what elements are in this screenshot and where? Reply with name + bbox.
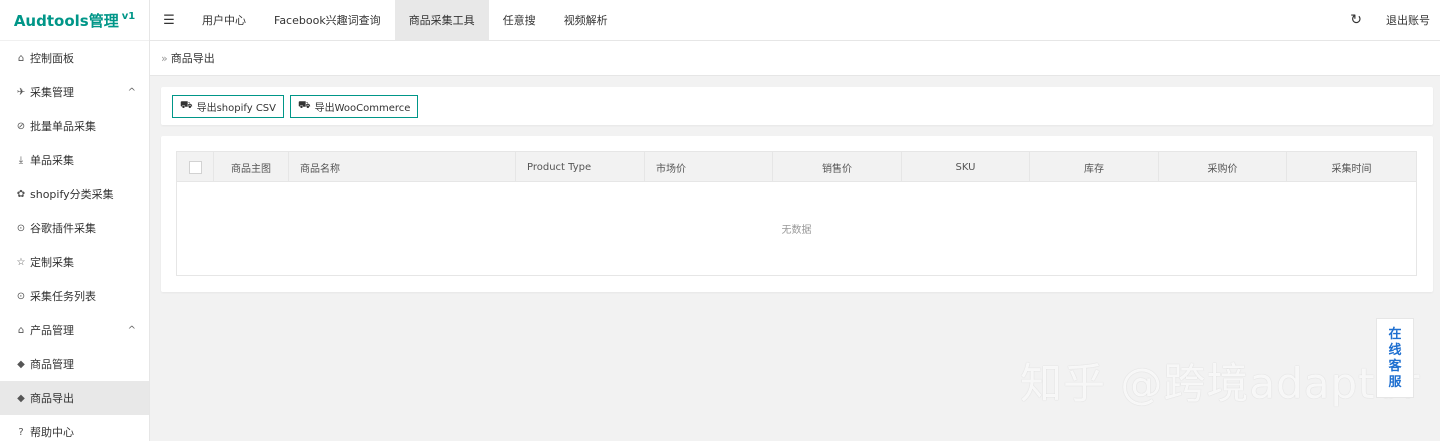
select-all-checkbox[interactable] bbox=[188, 160, 202, 174]
logout-link[interactable]: 退出账号 bbox=[1386, 12, 1430, 28]
help-icon: ? bbox=[18, 426, 24, 438]
sidebar-item-help-center[interactable]: ? 帮助中心 bbox=[0, 415, 149, 441]
circle-dot-icon: ⊙ bbox=[16, 222, 26, 234]
layers-icon: ◆ bbox=[17, 392, 25, 404]
column-header-stock[interactable]: 库存 bbox=[1030, 152, 1159, 182]
sidebar-item-single-collect[interactable]: ⤓ 单品采集 bbox=[0, 143, 149, 177]
sidebar-item-label: 控制面板 bbox=[30, 52, 74, 65]
top-header: ☰ 用户中心 Facebook兴趣词查询 商品采集工具 任意搜 视频解析 ↻ 退… bbox=[150, 0, 1440, 41]
tab-facebook-interest[interactable]: Facebook兴趣词查询 bbox=[260, 0, 395, 40]
home-icon: ⌂ bbox=[17, 52, 25, 64]
sidebar-item-label: 商品导出 bbox=[30, 392, 74, 405]
column-header-sale-price[interactable]: 销售价 bbox=[773, 152, 902, 182]
breadcrumb-current: 商品导出 bbox=[170, 52, 215, 65]
sidebar-item-shopify-category[interactable]: ✿ shopify分类采集 bbox=[0, 177, 149, 211]
sidebar-item-google-plugin[interactable]: ⊙ 谷歌插件采集 bbox=[0, 211, 149, 245]
sidebar-item-label: 谷歌插件采集 bbox=[30, 222, 96, 235]
star-icon: ☆ bbox=[16, 256, 26, 268]
export-shopify-label: 导出shopify CSV bbox=[196, 102, 276, 114]
sidebar-item-product-management[interactable]: ⌂ 产品管理 ^ bbox=[0, 313, 149, 347]
layers-icon: ◆ bbox=[17, 358, 25, 370]
export-woocommerce-label: 导出WooCommerce bbox=[314, 102, 411, 114]
empty-state: 无数据 bbox=[781, 225, 812, 236]
column-header-sku[interactable]: SKU bbox=[902, 152, 1030, 182]
online-service-char: 客 bbox=[1388, 359, 1402, 374]
sidebar-item-label: 产品管理 bbox=[30, 324, 74, 337]
breadcrumb: » 商品导出 bbox=[150, 41, 1440, 76]
table-card: 商品主图 商品名称 Product Type 市场价 销售价 SKU 库存 采购… bbox=[161, 136, 1433, 292]
online-service-char: 线 bbox=[1388, 343, 1402, 358]
send-icon: ✈ bbox=[16, 86, 26, 98]
export-icon: ⛟ bbox=[180, 99, 193, 111]
sidebar-item-label: 单品采集 bbox=[30, 154, 74, 167]
column-header-name[interactable]: 商品名称 bbox=[289, 152, 516, 182]
tab-video-parse[interactable]: 视频解析 bbox=[550, 0, 622, 40]
column-header-market-price[interactable]: 市场价 bbox=[645, 152, 773, 182]
sidebar-item-label: 采集管理 bbox=[30, 86, 74, 99]
download-icon: ⤓ bbox=[18, 154, 24, 166]
sidebar-item-label: 采集任务列表 bbox=[30, 290, 96, 303]
version-badge: v1 bbox=[121, 10, 136, 22]
menu-toggle-icon[interactable]: ☰ bbox=[150, 0, 188, 40]
sidebar-item-task-list[interactable]: ⊙ 采集任务列表 bbox=[0, 279, 149, 313]
online-service-char: 服 bbox=[1388, 375, 1402, 390]
column-header-product-type[interactable]: Product Type bbox=[516, 152, 645, 182]
watermark: 知乎 @跨境adaptor bbox=[1020, 359, 1421, 408]
chevron-up-icon: ^ bbox=[127, 86, 136, 98]
sidebar: Audtools管理 v1 ⌂ 控制面板 ✈ 采集管理 ^ ⊘ 批量单品采集 ⤓ 单品采集 … bbox=[0, 0, 150, 441]
column-header-collect-time[interactable]: 采集时间 bbox=[1287, 152, 1416, 182]
products-table: 商品主图 商品名称 Product Type 市场价 销售价 SKU 库存 采购… bbox=[176, 151, 1417, 276]
export-woocommerce-button[interactable]: ⛟ 导出WooCommerce bbox=[290, 94, 419, 118]
sidebar-item-label: 定制采集 bbox=[30, 256, 74, 269]
sidebar-item-label: 帮助中心 bbox=[30, 426, 74, 439]
header-actions: ↻ 退出账号 bbox=[1350, 0, 1440, 40]
compass-icon: ⊘ bbox=[16, 120, 26, 132]
table-header: 商品主图 商品名称 Product Type 市场价 销售价 SKU 库存 采购… bbox=[177, 152, 1416, 182]
select-all-cell bbox=[177, 152, 214, 182]
logo-text: Audtools管理 bbox=[13, 11, 119, 30]
chevron-up-icon: ^ bbox=[127, 324, 136, 336]
breadcrumb-separator-icon: » bbox=[161, 51, 168, 65]
online-service-button[interactable]: 在 线 客 服 bbox=[1376, 318, 1414, 398]
sidebar-item-label: shopify分类采集 bbox=[30, 188, 114, 201]
sidebar-item-goods-export[interactable]: ◆ 商品导出 bbox=[0, 381, 149, 415]
export-shopify-button[interactable]: ⛟ 导出shopify CSV bbox=[172, 94, 284, 118]
refresh-icon[interactable]: ↻ bbox=[1350, 12, 1362, 28]
sidebar-item-dashboard[interactable]: ⌂ 控制面板 bbox=[0, 41, 149, 75]
flower-icon: ✿ bbox=[16, 188, 26, 200]
column-header-image[interactable]: 商品主图 bbox=[214, 152, 289, 182]
shop-icon: ⌂ bbox=[17, 324, 25, 336]
online-service-char: 在 bbox=[1388, 327, 1402, 342]
tab-collect-tool[interactable]: 商品采集工具 bbox=[394, 0, 489, 40]
sidebar-item-collect-management[interactable]: ✈ 采集管理 ^ bbox=[0, 75, 149, 109]
sidebar-item-batch-collect[interactable]: ⊘ 批量单品采集 bbox=[0, 109, 149, 143]
sidebar-item-custom-collect[interactable]: ☆ 定制采集 bbox=[0, 245, 149, 279]
sidebar-item-label: 商品管理 bbox=[30, 358, 74, 371]
tab-user-center[interactable]: 用户中心 bbox=[188, 0, 260, 40]
app-logo[interactable]: Audtools管理 v1 bbox=[0, 0, 149, 41]
sidebar-item-label: 批量单品采集 bbox=[30, 120, 96, 133]
sidebar-item-goods-management[interactable]: ◆ 商品管理 bbox=[0, 347, 149, 381]
column-header-purchase-price[interactable]: 采购价 bbox=[1159, 152, 1287, 182]
toolbar-card: ⛟ 导出shopify CSV ⛟ 导出WooCommerce bbox=[161, 87, 1433, 125]
export-icon: ⛟ bbox=[298, 99, 311, 111]
circle-dot-icon: ⊙ bbox=[16, 290, 26, 302]
tab-any-search[interactable]: 任意搜 bbox=[489, 0, 550, 40]
